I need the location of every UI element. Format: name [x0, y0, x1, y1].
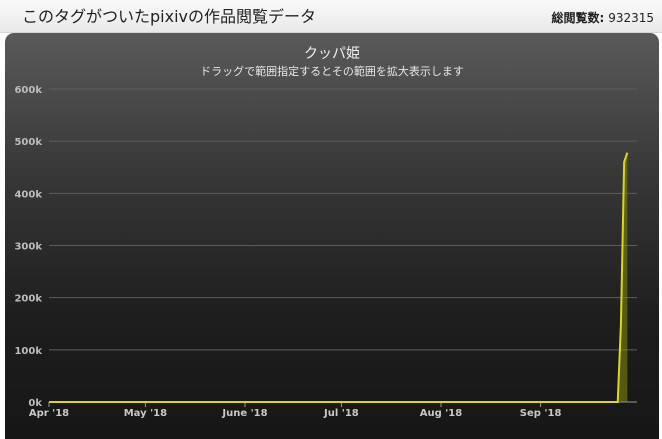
- chart-panel[interactable]: クッパ姫 ドラッグで範囲指定するとその範囲を拡大表示します 0k 100k 200k…: [5, 33, 659, 439]
- total-views-value: 932315: [608, 11, 654, 25]
- series-area: [49, 152, 628, 402]
- x-tick-label: Sep '18: [520, 408, 562, 419]
- header-bar: このタグがついたpixivの作品閲覧データ 総閲覧数: 932315: [0, 0, 662, 33]
- views-chart[interactable]: 0k100k200k300k400k500k600kApr '18 May '18…: [5, 33, 659, 439]
- x-tick-label: Apr '18: [29, 408, 69, 419]
- page-title: このタグがついたpixivの作品閲覧データ: [22, 7, 316, 26]
- y-tick-label: 400k: [14, 189, 42, 200]
- x-tick-label: Jul '18: [323, 408, 359, 419]
- series-line: [49, 152, 629, 403]
- y-tick-label: 500k: [14, 137, 42, 148]
- y-tick-label: 600k: [14, 85, 42, 96]
- y-tick-label: 100k: [14, 346, 42, 357]
- x-tick-label: June '18: [221, 408, 267, 419]
- x-tick-label: Aug '18: [420, 408, 463, 419]
- y-tick-label: 300k: [14, 242, 42, 253]
- x-tick-label: May '18: [124, 408, 167, 419]
- total-views: 総閲覧数: 932315: [552, 9, 654, 26]
- y-tick-label: 200k: [14, 294, 42, 305]
- total-views-label: 総閲覧数:: [551, 11, 605, 25]
